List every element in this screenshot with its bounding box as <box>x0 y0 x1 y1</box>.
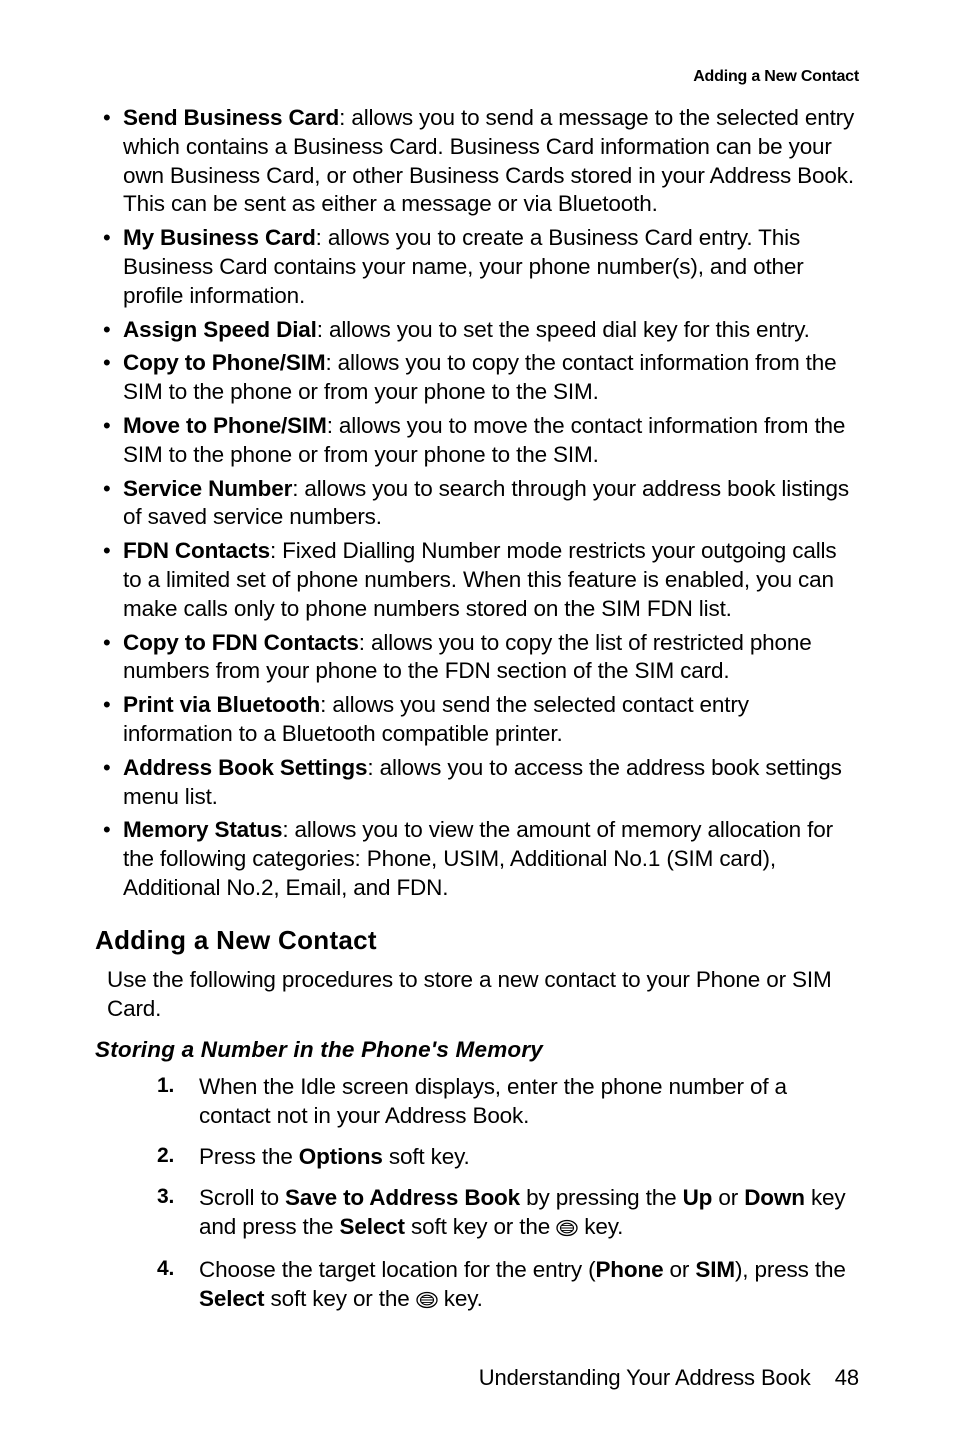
step-text: Choose the target location for the entry… <box>199 1257 595 1282</box>
bullet-term: Memory Status <box>123 817 282 842</box>
footer-chapter: Understanding Your Address Book <box>479 1365 811 1390</box>
bullet-term: My Business Card <box>123 225 316 250</box>
step-bold: Phone <box>595 1257 663 1282</box>
step-text: When the Idle screen displays, enter the… <box>199 1074 787 1128</box>
section-heading: Adding a New Contact <box>95 925 859 956</box>
step-text: or <box>712 1185 744 1210</box>
step-text: soft key or the <box>405 1214 556 1239</box>
step-bold: Save to Address Book <box>285 1185 520 1210</box>
bullet-term: Assign Speed Dial <box>123 317 317 342</box>
step-bold: Select <box>340 1214 405 1239</box>
step-text: soft key. <box>383 1144 470 1169</box>
list-item: Print via Bluetooth: allows you send the… <box>95 691 859 749</box>
step-text: by pressing the <box>520 1185 683 1210</box>
step-bold: Select <box>199 1286 264 1311</box>
step-text: key. <box>438 1286 483 1311</box>
list-item: Address Book Settings: allows you to acc… <box>95 754 859 812</box>
list-item: Move to Phone/SIM: allows you to move th… <box>95 412 859 470</box>
bullet-term: FDN Contacts <box>123 538 270 563</box>
list-item: Service Number: allows you to search thr… <box>95 475 859 533</box>
step-item: Scroll to Save to Address Book by pressi… <box>157 1184 859 1245</box>
step-bold: SIM <box>695 1257 735 1282</box>
bullet-term: Move to Phone/SIM <box>123 413 327 438</box>
page-footer: Understanding Your Address Book 48 <box>95 1365 859 1391</box>
page: Adding a New Contact Send Business Card:… <box>0 0 954 1441</box>
section-intro: Use the following procedures to store a … <box>107 966 859 1024</box>
step-item: When the Idle screen displays, enter the… <box>157 1073 859 1131</box>
step-text: ), press the <box>735 1257 846 1282</box>
bullet-term: Copy to Phone/SIM <box>123 350 325 375</box>
bullet-desc: : allows you to set the speed dial key f… <box>317 317 810 342</box>
list-item: FDN Contacts: Fixed Dialling Number mode… <box>95 537 859 623</box>
ok-key-icon <box>416 1288 438 1317</box>
subsection-heading: Storing a Number in the Phone's Memory <box>95 1037 859 1063</box>
ok-key-icon <box>556 1216 578 1245</box>
bullet-term: Send Business Card <box>123 105 339 130</box>
steps-list: When the Idle screen displays, enter the… <box>157 1073 859 1317</box>
list-item: Copy to FDN Contacts: allows you to copy… <box>95 629 859 687</box>
step-text: Press the <box>199 1144 299 1169</box>
step-item: Press the Options soft key. <box>157 1143 859 1172</box>
list-item: Memory Status: allows you to view the am… <box>95 816 859 902</box>
list-item: Copy to Phone/SIM: allows you to copy th… <box>95 349 859 407</box>
list-item: My Business Card: allows you to create a… <box>95 224 859 310</box>
bullet-term: Print via Bluetooth <box>123 692 320 717</box>
step-bold: Down <box>744 1185 805 1210</box>
step-text: Scroll to <box>199 1185 285 1210</box>
step-bold: Options <box>299 1144 383 1169</box>
bullet-list: Send Business Card: allows you to send a… <box>95 104 859 903</box>
step-text: key. <box>578 1214 623 1239</box>
step-item: Choose the target location for the entry… <box>157 1256 859 1317</box>
step-text: soft key or the <box>264 1286 415 1311</box>
running-header: Adding a New Contact <box>95 68 859 86</box>
bullet-term: Copy to FDN Contacts <box>123 630 359 655</box>
step-text: or <box>663 1257 695 1282</box>
bullet-term: Address Book Settings <box>123 755 367 780</box>
page-number: 48 <box>835 1365 859 1391</box>
list-item: Send Business Card: allows you to send a… <box>95 104 859 219</box>
list-item: Assign Speed Dial: allows you to set the… <box>95 316 859 345</box>
bullet-term: Service Number <box>123 476 292 501</box>
step-bold: Up <box>683 1185 713 1210</box>
